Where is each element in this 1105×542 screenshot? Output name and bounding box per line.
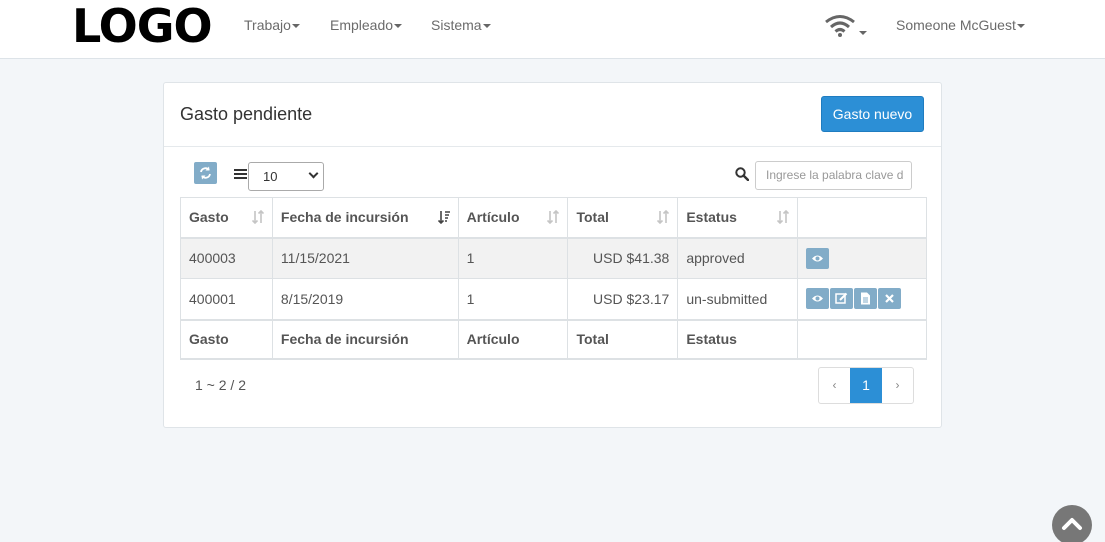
footer-label: Gasto xyxy=(180,318,273,360)
cell-actions xyxy=(797,278,927,320)
nav-menu-trabajo[interactable]: Trabajo xyxy=(244,17,300,33)
table-footer-row: Gasto Fecha de incursión Artículo Total … xyxy=(180,318,927,360)
footer-label: Total xyxy=(567,318,679,360)
scroll-to-top-button[interactable] xyxy=(1052,505,1092,542)
footer-label: Fecha de incursión xyxy=(271,318,459,360)
column-label: Fecha de incursión xyxy=(280,209,409,226)
view-button[interactable] xyxy=(806,288,830,310)
refresh-icon xyxy=(200,166,211,180)
view-button[interactable] xyxy=(806,247,830,269)
document-button[interactable] xyxy=(854,288,878,310)
column-label: Total xyxy=(576,209,609,226)
cell-id: 400003 xyxy=(180,237,273,279)
footer-label: Estatus xyxy=(677,318,799,360)
search-input[interactable]: Ingrese la palabra clave d xyxy=(755,161,912,190)
cell-actions xyxy=(797,237,927,279)
cell-date: 11/15/2021 xyxy=(271,237,459,279)
nav-menu-label: Empleado xyxy=(330,17,394,33)
pending-expense-panel: Gasto pendiente Gasto nuevo 10 Ingrese l… xyxy=(163,82,942,428)
panel-header: Gasto pendiente Gasto nuevo xyxy=(164,83,941,147)
column-header-total[interactable]: Total xyxy=(567,197,679,239)
top-navbar: LOGO Trabajo Empleado Sistema Someone Mc… xyxy=(0,0,1105,59)
footer-label: Artículo xyxy=(457,318,569,360)
sort-descending-icon xyxy=(437,211,450,224)
column-label: Artículo xyxy=(466,209,520,226)
page-button-1[interactable]: 1 xyxy=(850,368,882,403)
cell-id: 400001 xyxy=(180,278,273,320)
edit-icon xyxy=(835,293,848,304)
view-icon xyxy=(812,255,824,262)
new-expense-button[interactable]: Gasto nuevo xyxy=(821,96,924,132)
caret-down-icon xyxy=(1016,24,1025,29)
file-icon xyxy=(861,292,871,305)
nav-menu-label: Trabajo xyxy=(244,17,291,33)
cell-status: approved xyxy=(677,237,799,279)
sort-icon xyxy=(251,210,264,224)
wifi-icon xyxy=(825,15,855,37)
delete-button[interactable] xyxy=(878,288,902,310)
page-size-value: 10 xyxy=(263,169,278,184)
list-icon xyxy=(234,169,247,179)
cell-total: USD $41.38 xyxy=(567,237,679,279)
chevron-up-icon xyxy=(1062,518,1082,530)
cell-date: 8/15/2019 xyxy=(271,278,459,320)
expense-table: Gasto Fecha de incursión Artículo Total … xyxy=(180,197,927,360)
next-page-button[interactable]: › xyxy=(882,368,913,403)
edit-button[interactable] xyxy=(830,288,854,310)
column-label: Gasto xyxy=(189,209,229,226)
close-icon xyxy=(885,294,894,304)
sort-icon xyxy=(777,210,790,224)
column-header-articulo[interactable]: Artículo xyxy=(457,197,569,239)
wifi-status-button[interactable] xyxy=(824,14,867,38)
column-label: Estatus xyxy=(686,209,737,226)
column-header-gasto[interactable]: Gasto xyxy=(180,197,273,239)
table-row[interactable]: 400001 8/15/2019 1 USD $23.17 un-submitt… xyxy=(180,278,927,320)
panel-title: Gasto pendiente xyxy=(180,104,313,124)
user-name: Someone McGuest xyxy=(896,17,1016,33)
nav-menu-sistema[interactable]: Sistema xyxy=(431,17,491,33)
pagination: ‹ 1 › xyxy=(818,367,914,404)
cell-status: un-submitted xyxy=(677,278,799,320)
column-header-actions xyxy=(797,197,927,239)
cell-items: 1 xyxy=(457,237,569,279)
nav-menu-empleado[interactable]: Empleado xyxy=(330,17,403,33)
sort-icon xyxy=(547,210,560,224)
table-row[interactable]: 400003 11/15/2021 1 USD $41.38 approved xyxy=(180,237,927,279)
chevron-down-icon xyxy=(308,168,319,179)
view-icon xyxy=(812,295,824,302)
caret-down-icon xyxy=(482,24,491,29)
cell-total: USD $23.17 xyxy=(567,278,679,320)
sort-icon xyxy=(657,210,670,224)
caret-down-icon xyxy=(291,24,300,29)
page-size-select[interactable]: 10 xyxy=(248,162,324,191)
cell-items: 1 xyxy=(457,278,569,320)
caret-down-icon xyxy=(394,24,403,29)
refresh-button[interactable] xyxy=(194,162,217,184)
nav-menu-label: Sistema xyxy=(431,17,482,33)
column-header-fecha[interactable]: Fecha de incursión xyxy=(271,197,459,239)
logo[interactable]: LOGO xyxy=(72,2,213,50)
user-menu[interactable]: Someone McGuest xyxy=(896,17,1025,33)
caret-down-icon xyxy=(859,31,867,35)
record-count: 1 ~ 2 / 2 xyxy=(195,377,246,393)
table-header-row: Gasto Fecha de incursión Artículo Total … xyxy=(180,197,927,239)
column-header-estatus[interactable]: Estatus xyxy=(677,197,799,239)
footer-actions xyxy=(797,318,927,360)
search-icon xyxy=(735,167,749,181)
prev-page-button[interactable]: ‹ xyxy=(819,368,850,403)
